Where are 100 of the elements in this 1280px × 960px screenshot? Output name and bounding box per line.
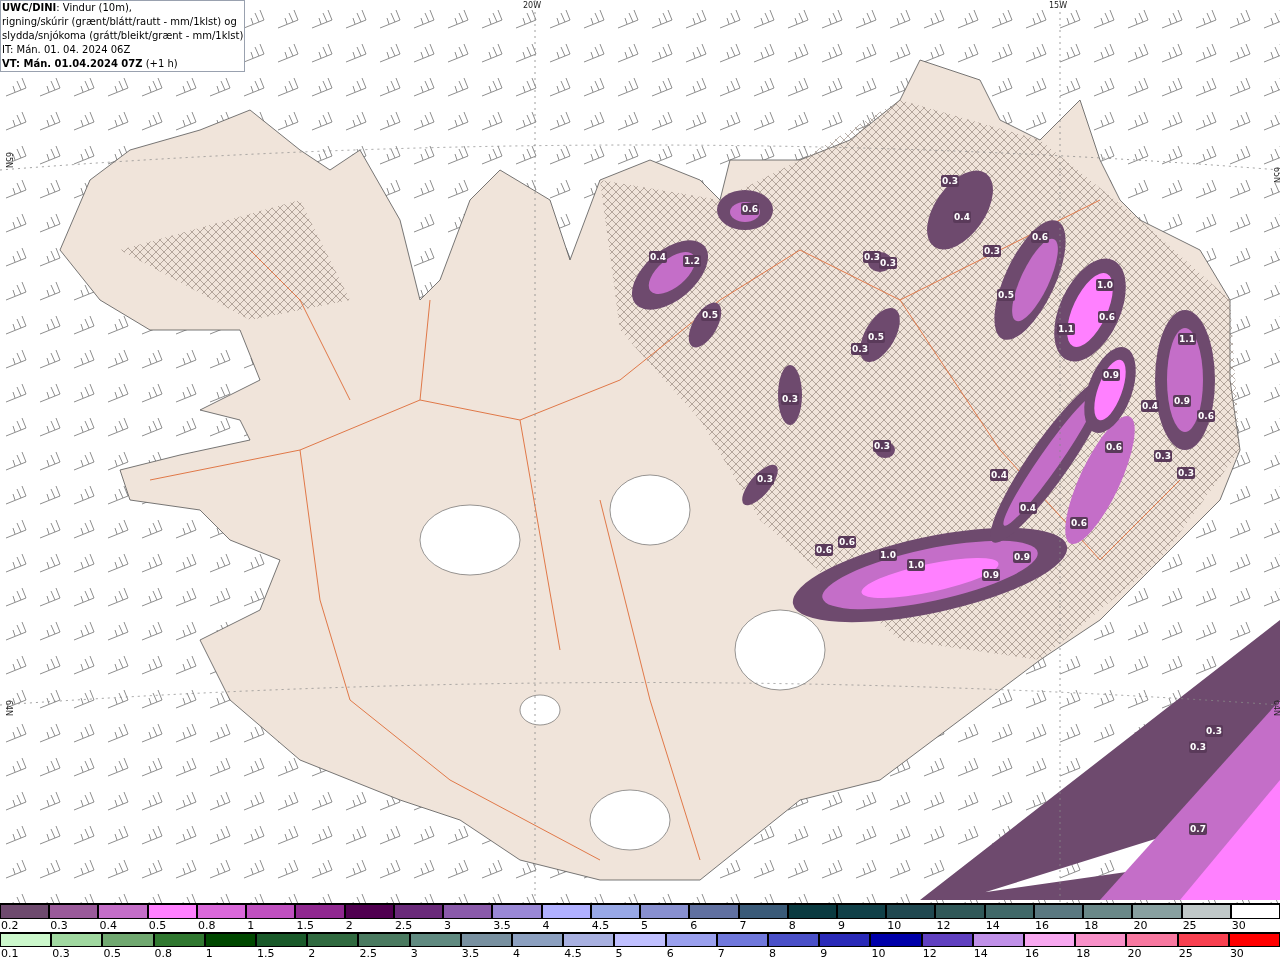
- legend-label: 6: [665, 947, 674, 960]
- legend-label: 30: [1228, 947, 1244, 960]
- precipitation-value-label: 0.3: [941, 175, 959, 187]
- legend-label: 2: [307, 947, 316, 960]
- legend-label: 2: [344, 919, 353, 932]
- legend-label: 2.5: [393, 919, 413, 932]
- legend-label: 18: [1075, 947, 1091, 960]
- legend-label: 16: [1033, 919, 1049, 932]
- precipitation-value-label: 1.1: [1178, 333, 1196, 345]
- precipitation-value-label: 0.9: [1173, 395, 1191, 407]
- legend-label: 1.5: [295, 919, 314, 932]
- grid-label: 65N: [1272, 166, 1280, 184]
- precipitation-value-label: 1.1: [1057, 323, 1075, 335]
- precipitation-value-label: 0.6: [1105, 441, 1123, 453]
- precipitation-value-label: 0.3: [756, 473, 774, 485]
- legend-label: 8: [768, 947, 777, 960]
- legend-label: 3.5: [492, 919, 511, 932]
- precipitation-value-label: 0.6: [741, 203, 759, 215]
- legend-label: 2.5: [358, 947, 377, 960]
- precipitation-value-label: 0.9: [1102, 369, 1120, 381]
- legend-label: 7: [716, 947, 725, 960]
- precipitation-value-label: 0.4: [953, 211, 971, 223]
- map-description-line: rigning/skúrir (grænt/blátt/rautt - mm/1klst) og: [2, 15, 238, 29]
- legend-label: 0.5: [147, 919, 167, 932]
- legend-label: 0.4: [98, 919, 117, 932]
- legend-label: 18: [1083, 919, 1099, 932]
- legend-label: 30: [1230, 919, 1246, 932]
- precipitation-value-label: 0.3: [863, 251, 881, 263]
- precipitation-value-label: 0.4: [649, 251, 667, 263]
- precipitation-value-label: 0.6: [1197, 410, 1215, 422]
- legend-label: 20: [1126, 947, 1142, 960]
- legend-label: 4.5: [563, 947, 582, 960]
- precipitation-value-label: 0.3: [983, 245, 1001, 257]
- valid-time: VT: Mán. 01.04.2024 07Z (+1 h): [2, 57, 179, 71]
- legend-label: 10: [886, 919, 902, 932]
- precipitation-value-label: 1.0: [907, 559, 925, 571]
- legend-label: 12: [935, 919, 951, 932]
- legend-label: 0.3: [51, 947, 70, 960]
- precipitation-value-label: 0.6: [1070, 517, 1088, 529]
- precipitation-value-label: 0.7: [1189, 823, 1207, 835]
- grid-label: 15W: [1048, 1, 1068, 10]
- grid-label: 64N: [4, 699, 13, 717]
- legend-label: 0.1: [0, 947, 19, 960]
- legend-label: 14: [984, 919, 1000, 932]
- grid-label: 65N: [4, 151, 13, 169]
- legend-label: 14: [972, 947, 988, 960]
- legend-label: 0.8: [153, 947, 173, 960]
- precipitation-value-label: 0.6: [815, 544, 833, 556]
- legend-label: 25: [1181, 919, 1197, 932]
- legend-label: 1: [204, 947, 213, 960]
- precipitation-value-label: 0.6: [838, 536, 856, 548]
- legend-label: 3: [409, 947, 418, 960]
- precipitation-value-label: 1.0: [1096, 279, 1114, 291]
- legend-label: 5: [640, 919, 649, 932]
- legend-label: 25: [1177, 947, 1193, 960]
- legend-label: 10: [870, 947, 886, 960]
- precipitation-value-label: 0.4: [990, 469, 1008, 481]
- precipitation-value-label: 0.6: [1031, 231, 1049, 243]
- precipitation-value-label: 1.2: [683, 255, 701, 267]
- precipitation-value-label: 0.3: [1154, 450, 1172, 462]
- precipitation-value-label: 0.5: [867, 331, 885, 343]
- precipitation-value-label: 0.3: [873, 440, 891, 452]
- legend-label: 0.5: [102, 947, 121, 960]
- map-description-line: IT: Mán. 01. 04. 2024 06Z: [2, 43, 132, 57]
- legend-label: 1.5: [256, 947, 275, 960]
- legend-label: 0.3: [49, 919, 68, 932]
- precipitation-value-label: 0.9: [1013, 551, 1031, 563]
- legend-label: 3.5: [460, 947, 480, 960]
- legend-label: 6: [689, 919, 698, 932]
- precipitation-value-label: 0.4: [1019, 502, 1037, 514]
- map-description-line: slydda/snjókoma (grátt/bleikt/grænt - mm/1klst): [2, 29, 244, 43]
- legend-label: 12: [921, 947, 937, 960]
- legend-label: 1: [246, 919, 255, 932]
- precipitation-value-label: 0.3: [851, 343, 869, 355]
- precipitation-value-label: 0.3: [1189, 741, 1207, 753]
- legend-label: 4.5: [590, 919, 610, 932]
- precipitation-value-label: 0.3: [879, 257, 897, 269]
- legend-label: 3: [443, 919, 452, 932]
- legend-label: 5: [614, 947, 623, 960]
- legend-label: 4: [541, 919, 550, 932]
- legend-label: 8: [787, 919, 796, 932]
- legend-label: 0.2: [0, 919, 19, 932]
- precipitation-value-label: 0.6: [1098, 311, 1116, 323]
- precipitation-value-label: 0.3: [1205, 725, 1223, 737]
- grid-label: 20W: [522, 1, 542, 10]
- map-description: UWC/DINI: Vindur (10m),: [2, 1, 133, 15]
- legend-label: 4: [512, 947, 521, 960]
- precipitation-value-label: 0.3: [781, 393, 799, 405]
- precipitation-value-label: 0.9: [982, 569, 1000, 581]
- legend-label: 9: [837, 919, 845, 932]
- legend-label: 16: [1024, 947, 1040, 960]
- precipitation-value-label: 0.4: [1141, 400, 1159, 412]
- legend-label: 20: [1132, 919, 1148, 932]
- precipitation-value-label: 0.5: [701, 309, 719, 321]
- precipitation-value-label: 1.0: [879, 549, 897, 561]
- precipitation-value-label: 0.5: [997, 289, 1015, 301]
- legend-label: 9: [819, 947, 828, 960]
- precipitation-value-label: 0.3: [1177, 467, 1195, 479]
- legend-label: 7: [738, 919, 747, 932]
- legend-label: 0.8: [196, 919, 216, 932]
